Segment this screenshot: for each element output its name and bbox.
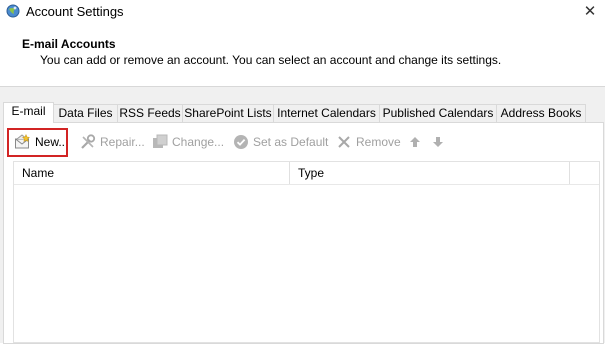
remove-button-label: Remove: [356, 135, 401, 149]
tab-published-calendars[interactable]: Published Calendars: [379, 104, 497, 122]
account-toolbar: New... Repair... Change... Set as Defaul…: [4, 131, 603, 155]
change-icon: [151, 133, 169, 151]
change-button-label: Change...: [172, 135, 225, 149]
set-as-default-button[interactable]: Set as Default: [232, 131, 328, 153]
repair-button[interactable]: Repair...: [79, 131, 145, 153]
outlook-globe-icon: [6, 4, 20, 18]
window-title: Account Settings: [26, 4, 124, 19]
tab-sharepoint-lists[interactable]: SharePoint Lists: [182, 104, 274, 122]
header-description: You can add or remove an account. You ca…: [40, 53, 502, 67]
content-area: E-mail Data Files RSS Feeds SharePoint L…: [0, 87, 605, 344]
new-account-icon: [14, 133, 32, 151]
change-button[interactable]: Change...: [151, 131, 224, 153]
email-tab-panel: New... Repair... Change... Set as Defaul…: [3, 122, 604, 344]
move-up-button[interactable]: [408, 131, 429, 153]
new-button[interactable]: New...: [14, 131, 68, 153]
title-bar: Account Settings ✕: [0, 0, 605, 24]
arrow-down-icon: [431, 133, 449, 151]
set-as-default-label: Set as Default: [253, 135, 329, 149]
close-button[interactable]: ✕: [575, 0, 605, 24]
tab-data-files[interactable]: Data Files: [53, 104, 118, 122]
remove-button[interactable]: Remove: [335, 131, 401, 153]
tab-rss-feeds[interactable]: RSS Feeds: [117, 104, 183, 122]
header-title: E-mail Accounts: [22, 37, 116, 51]
checkmark-circle-icon: [232, 133, 250, 151]
repair-button-label: Repair...: [100, 135, 145, 149]
remove-x-icon: [335, 133, 353, 151]
tab-email[interactable]: E-mail: [3, 102, 54, 123]
tab-internet-calendars[interactable]: Internet Calendars: [273, 104, 380, 122]
column-header-name[interactable]: Name: [14, 162, 290, 184]
column-header-type[interactable]: Type: [290, 162, 570, 184]
tab-address-books[interactable]: Address Books: [496, 104, 586, 122]
header-panel: E-mail Accounts You can add or remove an…: [0, 24, 605, 87]
move-down-button[interactable]: [431, 131, 452, 153]
list-header: Name Type: [14, 162, 599, 185]
accounts-list[interactable]: Name Type: [13, 161, 600, 343]
repair-wrench-icon: [79, 133, 97, 151]
new-button-label: New...: [35, 135, 69, 149]
arrow-up-icon: [408, 133, 426, 151]
